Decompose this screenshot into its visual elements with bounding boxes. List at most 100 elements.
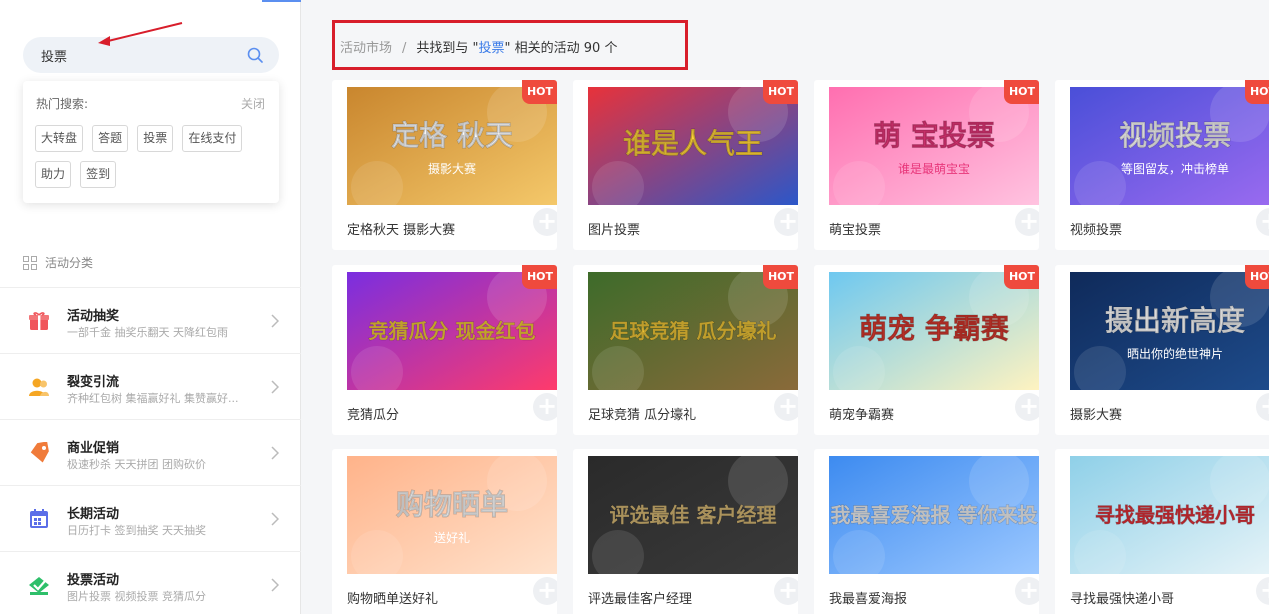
hot-tag[interactable]: 助力 <box>35 161 72 188</box>
card-thumbnail: 萌 宝投票谁是最萌宝宝 <box>829 87 1039 205</box>
category-item-referral[interactable]: 裂变引流 齐种红包树 集福赢好礼 集赞赢好... <box>0 353 301 419</box>
activity-card[interactable]: 足球竞猜 瓜分壕礼 HOT 足球竞猜 瓜分壕礼 + <box>573 265 798 435</box>
add-icon[interactable]: + <box>533 208 557 236</box>
card-title: 图片投票 <box>588 223 641 238</box>
hot-badge: HOT <box>1245 80 1269 104</box>
hot-tag[interactable]: 答题 <box>92 125 129 152</box>
thumbnail-subtext: 谁是最萌宝宝 <box>898 162 970 176</box>
add-icon[interactable]: + <box>1256 208 1269 236</box>
category-name: 活动抽奖 <box>67 309 120 324</box>
thumbnail-headline: 谁是人气王 <box>623 127 763 160</box>
add-icon[interactable]: + <box>774 393 798 421</box>
vote-icon <box>29 577 49 595</box>
card-thumbnail: 寻找最强快递小哥 <box>1070 456 1269 574</box>
thumbnail-headline: 我最喜爱海报 等你来投 <box>831 503 1038 527</box>
hot-tag[interactable]: 在线支付 <box>182 125 243 152</box>
card-title: 购物晒单送好礼 <box>347 592 439 607</box>
activity-card[interactable]: 我最喜爱海报 等你来投 我最喜爱海报 + <box>814 449 1039 614</box>
card-title: 萌宝投票 <box>829 223 882 238</box>
breadcrumb-separator: / <box>402 41 407 56</box>
hot-badge: HOT <box>522 80 557 104</box>
card-thumbnail: 我最喜爱海报 等你来投 <box>829 456 1039 574</box>
category-item-lottery[interactable]: 活动抽奖 一部千金 抽奖乐翻天 天降红包雨 <box>0 287 301 353</box>
hot-search-title: 热门搜索: <box>36 97 89 111</box>
thumbnail-headline: 萌 宝投票 <box>873 119 995 152</box>
activity-card[interactable]: 购物晒单 送好礼 购物晒单送好礼 + <box>332 449 557 614</box>
result-suffix: " 相关的活动 90 个 <box>504 41 618 56</box>
thumbnail-headline: 摄出新高度 <box>1105 304 1245 337</box>
result-keyword: 投票 <box>478 41 505 56</box>
breadcrumb: 活动市场 / 共找到与 "投票" 相关的活动 90 个 <box>340 37 617 56</box>
category-item-longterm[interactable]: 长期活动 日历打卡 签到抽奖 天天抽奖 <box>0 485 301 551</box>
card-thumbnail: 评选最佳 客户经理 <box>588 456 798 574</box>
activity-card[interactable]: 寻找最强快递小哥寻找最强快递小哥+ <box>1055 449 1269 614</box>
category-list: 活动抽奖 一部千金 抽奖乐翻天 天降红包雨 裂变引流 齐种红包树 集福赢好礼 集… <box>0 287 301 614</box>
card-thumbnail: 足球竞猜 瓜分壕礼 <box>588 272 798 390</box>
activity-card[interactable]: 评选最佳 客户经理 评选最佳客户经理 + <box>573 449 798 614</box>
category-heading: 活动分类 <box>23 254 93 271</box>
gift-icon <box>29 312 49 330</box>
hot-search-close-button[interactable]: 关闭 <box>241 95 265 112</box>
sidebar: 热门搜索: 关闭 大转盘 答题 投票 在线支付 助力 签到 活动分类 <box>0 0 301 614</box>
add-icon[interactable]: + <box>1015 208 1039 236</box>
card-title: 视频投票 <box>1070 223 1123 238</box>
thumbnail-headline: 视频投票 <box>1119 119 1231 152</box>
thumbnail-subtext: 送好礼 <box>434 530 470 545</box>
hot-badge: HOT <box>763 80 798 104</box>
tag-icon <box>30 442 49 463</box>
annotation-arrow-icon <box>98 22 183 46</box>
chevron-right-icon <box>271 380 279 394</box>
chevron-right-icon <box>271 314 279 328</box>
top-accent-line <box>262 0 301 2</box>
thumbnail-headline: 寻找最强快递小哥 <box>1095 503 1255 527</box>
add-icon[interactable]: + <box>533 577 557 605</box>
activity-card[interactable]: 竞猜瓜分 现金红包 HOT 竞猜瓜分 + <box>332 265 557 435</box>
activity-card[interactable]: 定格 秋天 摄影大赛 HOT 定格秋天 摄影大赛 + <box>332 80 557 250</box>
category-name: 投票活动 <box>67 573 120 588</box>
activity-card[interactable]: 萌 宝投票 谁是最萌宝宝 HOT 萌宝投票 + <box>814 80 1039 250</box>
hot-tag[interactable]: 投票 <box>137 125 174 152</box>
category-item-vote[interactable]: 投票活动 图片投票 视频投票 竞猜瓜分 <box>0 551 301 614</box>
thumbnail-headline: 竞猜瓜分 现金红包 <box>369 319 536 343</box>
thumbnail-headline: 足球竞猜 瓜分壕礼 <box>610 319 777 343</box>
search-icon[interactable] <box>247 47 263 63</box>
hot-tag[interactable]: 大转盘 <box>35 125 84 152</box>
add-icon[interactable]: + <box>1256 577 1269 605</box>
grid-icon <box>23 255 37 270</box>
add-icon[interactable]: + <box>533 393 557 421</box>
card-thumbnail: 视频投票等图留友，冲击榜单 <box>1070 87 1269 205</box>
category-item-promotion[interactable]: 商业促销 极速秒杀 天天拼团 团购砍价 <box>0 419 301 485</box>
hot-badge: HOT <box>1245 265 1269 289</box>
category-sub: 极速秒杀 天天拼团 团购砍价 <box>67 458 206 471</box>
calendar-icon <box>30 509 48 528</box>
add-icon[interactable]: + <box>774 208 798 236</box>
activity-card[interactable]: 摄出新高度晒出你的绝世神片HOT摄影大赛+ <box>1055 265 1269 435</box>
card-title: 足球竞猜 瓜分壕礼 <box>588 408 697 423</box>
add-icon[interactable]: + <box>1015 393 1039 421</box>
card-title: 定格秋天 摄影大赛 <box>347 223 456 238</box>
card-thumbnail: 谁是人气王 <box>588 87 798 205</box>
thumbnail-headline: 评选最佳 客户经理 <box>610 503 777 527</box>
hot-badge: HOT <box>1004 265 1039 289</box>
thumbnail-subtext: 等图留友，冲击榜单 <box>1121 161 1229 176</box>
add-icon[interactable]: + <box>1256 393 1269 421</box>
thumbnail-headline: 定格 秋天 <box>391 119 513 152</box>
card-thumbnail: 摄出新高度 晒出你的绝世神片 <box>1070 272 1269 390</box>
activity-card[interactable]: 谁是人气王 HOT 图片投票 + <box>573 80 798 250</box>
result-prefix: 共找到与 " <box>416 41 479 56</box>
card-thumbnail: 定格 秋天 摄影大赛 <box>347 87 557 205</box>
hot-tag[interactable]: 签到 <box>80 161 117 188</box>
add-icon[interactable]: + <box>1015 577 1039 605</box>
thumbnail-subtext: 摄影大赛 <box>428 161 476 176</box>
chevron-right-icon <box>271 446 279 460</box>
breadcrumb-root-link[interactable]: 活动市场 <box>340 41 392 56</box>
hot-badge: HOT <box>522 265 557 289</box>
chevron-right-icon <box>271 512 279 526</box>
add-icon[interactable]: + <box>774 577 798 605</box>
activity-card[interactable]: 视频投票等图留友，冲击榜单HOT视频投票+ <box>1055 80 1269 250</box>
activity-card[interactable]: 萌宠 争霸赛 HOT 萌宠争霸赛 + <box>814 265 1039 435</box>
category-heading-label: 活动分类 <box>45 256 94 270</box>
card-title: 萌宠争霸赛 <box>829 408 895 423</box>
hot-badge: HOT <box>763 265 798 289</box>
chevron-right-icon <box>271 578 279 592</box>
